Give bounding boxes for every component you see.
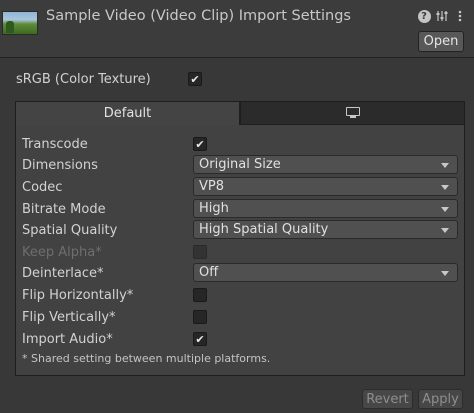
codec-dropdown[interactable]: VP8 bbox=[193, 177, 458, 196]
inspector-header: Sample Video (Video Clip) Import Setting… bbox=[0, 0, 474, 58]
codec-value: VP8 bbox=[199, 179, 225, 194]
spatial-quality-value: High Spatial Quality bbox=[199, 222, 329, 237]
codec-label: Codec bbox=[22, 179, 63, 195]
more-vertical-icon[interactable] bbox=[453, 8, 467, 24]
chevron-down-icon bbox=[441, 207, 449, 212]
shared-setting-footnote: * Shared setting between multiple platfo… bbox=[22, 352, 271, 365]
spatial-quality-dropdown[interactable]: High Spatial Quality bbox=[193, 220, 458, 239]
flip-horizontally-label: Flip Horizontally* bbox=[22, 287, 134, 303]
chevron-down-icon bbox=[441, 228, 449, 233]
apply-button[interactable]: Apply bbox=[418, 389, 463, 409]
chevron-down-icon bbox=[441, 185, 449, 190]
bitrate-mode-value: High bbox=[199, 201, 229, 216]
transcode-label: Transcode bbox=[22, 136, 88, 152]
spatial-quality-label: Spatial Quality bbox=[22, 222, 118, 238]
keep-alpha-label: Keep Alpha* bbox=[22, 244, 102, 260]
flip-vertically-checkbox[interactable] bbox=[193, 310, 207, 324]
transcode-checkbox[interactable]: ✔ bbox=[193, 137, 207, 151]
tab-default[interactable]: Default bbox=[15, 101, 240, 125]
help-icon[interactable]: ? bbox=[417, 8, 431, 24]
open-button[interactable]: Open bbox=[418, 31, 464, 52]
import-audio-checkbox[interactable]: ✔ bbox=[193, 332, 207, 346]
revert-button[interactable]: Revert bbox=[362, 389, 413, 409]
flip-vertically-label: Flip Vertically* bbox=[22, 309, 116, 325]
import-audio-label: Import Audio* bbox=[22, 331, 113, 347]
srgb-label: sRGB (Color Texture) bbox=[16, 71, 151, 87]
page-title: Sample Video (Video Clip) Import Setting… bbox=[46, 8, 351, 24]
tab-standalone[interactable] bbox=[240, 101, 465, 125]
flip-horizontally-checkbox[interactable] bbox=[193, 288, 207, 302]
deinterlace-label: Deinterlace* bbox=[22, 265, 104, 281]
header-icons: ? bbox=[417, 8, 467, 24]
dimensions-label: Dimensions bbox=[22, 157, 98, 173]
settings-sliders-icon[interactable] bbox=[435, 8, 449, 24]
keep-alpha-checkbox bbox=[193, 245, 207, 259]
bitrate-mode-label: Bitrate Mode bbox=[22, 201, 106, 217]
deinterlace-dropdown[interactable]: Off bbox=[193, 263, 458, 282]
deinterlace-value: Off bbox=[199, 265, 219, 280]
settings-panel: Transcode ✔ Dimensions Original Size Cod… bbox=[15, 125, 465, 376]
chevron-down-icon bbox=[441, 271, 449, 276]
monitor-icon bbox=[345, 107, 360, 119]
chevron-down-icon bbox=[441, 163, 449, 168]
platform-tabs: Default bbox=[15, 101, 465, 125]
dimensions-dropdown[interactable]: Original Size bbox=[193, 155, 458, 174]
dimensions-value: Original Size bbox=[199, 157, 281, 172]
bitrate-mode-dropdown[interactable]: High bbox=[193, 199, 458, 218]
srgb-checkbox[interactable]: ✔ bbox=[188, 72, 202, 86]
video-thumbnail bbox=[2, 11, 38, 35]
